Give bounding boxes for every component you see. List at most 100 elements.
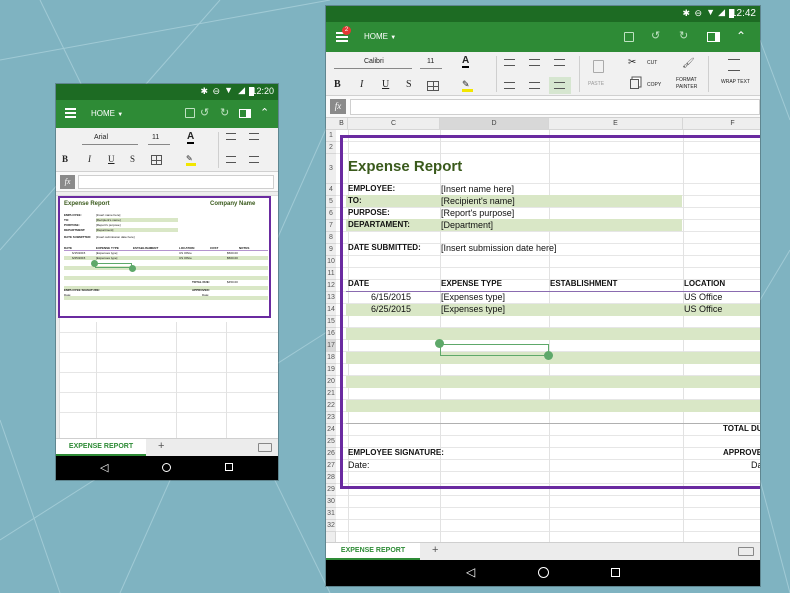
row-header[interactable]: 29 bbox=[326, 484, 336, 496]
column-header-b[interactable]: B bbox=[336, 118, 348, 129]
keyboard-icon[interactable] bbox=[738, 547, 754, 556]
borders-icon[interactable] bbox=[427, 81, 439, 91]
fill-color-icon[interactable]: ✎ bbox=[462, 79, 473, 92]
sheet-tab-expense-report[interactable]: EXPENSE REPORT bbox=[56, 439, 146, 456]
bold-button[interactable]: B bbox=[334, 79, 341, 90]
italic-button[interactable]: I bbox=[88, 154, 91, 164]
italic-button[interactable]: I bbox=[360, 79, 363, 90]
row-header[interactable]: 28 bbox=[326, 472, 336, 484]
fill-color-icon[interactable]: ✎ bbox=[186, 154, 196, 166]
font-color-icon[interactable]: A bbox=[462, 55, 470, 68]
row-header[interactable]: 13 bbox=[326, 292, 336, 304]
cut-icon[interactable]: ✂ bbox=[628, 57, 636, 68]
selection-handle-left[interactable] bbox=[91, 260, 98, 267]
row-header[interactable]: 9 bbox=[326, 244, 336, 256]
row-header[interactable]: 12 bbox=[326, 280, 336, 292]
home-tab-menu[interactable]: HOME ▼ bbox=[91, 109, 123, 118]
read-mode-icon[interactable] bbox=[707, 32, 720, 42]
column-header-d[interactable]: D bbox=[440, 118, 549, 129]
align-top-left-icon[interactable] bbox=[504, 59, 515, 66]
paste-icon[interactable] bbox=[593, 60, 604, 73]
copy-icon[interactable] bbox=[630, 79, 639, 89]
bold-button[interactable]: B bbox=[62, 154, 68, 164]
align-center-icon[interactable] bbox=[529, 82, 540, 89]
menu-icon[interactable] bbox=[65, 108, 76, 118]
row-header[interactable]: 25 bbox=[326, 436, 336, 448]
row-header[interactable]: 5 bbox=[326, 196, 336, 208]
row-header[interactable]: 20 bbox=[326, 376, 336, 388]
paste-label[interactable]: PASTE bbox=[588, 81, 604, 87]
row-header[interactable]: 18 bbox=[326, 352, 336, 364]
row-header[interactable]: 16 bbox=[326, 328, 336, 340]
save-icon[interactable] bbox=[624, 32, 634, 42]
align-left-top-icon[interactable] bbox=[226, 133, 236, 140]
undo-icon[interactable]: ↺ bbox=[200, 106, 209, 119]
row-header[interactable]: 30 bbox=[326, 496, 336, 508]
home-tab-menu[interactable]: HOME ▼ bbox=[364, 32, 396, 41]
sheet-tab-expense-report[interactable]: EXPENSE REPORT bbox=[326, 543, 420, 560]
collapse-ribbon-icon[interactable]: ⌃ bbox=[736, 29, 746, 43]
strike-button[interactable]: S bbox=[406, 79, 412, 90]
strike-button[interactable]: S bbox=[130, 154, 135, 164]
row-header[interactable]: 21 bbox=[326, 388, 336, 400]
align-center-icon[interactable] bbox=[249, 156, 259, 163]
underline-button[interactable]: U bbox=[382, 79, 389, 90]
font-name-select[interactable]: Calibri bbox=[364, 58, 384, 65]
selection-handle-left[interactable] bbox=[435, 339, 444, 348]
row-header[interactable]: 31 bbox=[326, 508, 336, 520]
row-header[interactable]: 2 bbox=[326, 142, 336, 154]
align-top-center-icon[interactable] bbox=[529, 59, 540, 66]
undo-icon[interactable]: ↺ bbox=[651, 29, 660, 42]
home-icon[interactable] bbox=[162, 463, 171, 472]
underline-button[interactable]: U bbox=[108, 154, 115, 164]
home-icon[interactable] bbox=[538, 567, 549, 578]
selection-handle-right[interactable] bbox=[544, 351, 553, 360]
font-size-select[interactable]: 11 bbox=[427, 58, 434, 65]
align-left-icon[interactable] bbox=[226, 156, 236, 163]
cell-selection[interactable] bbox=[95, 263, 132, 268]
column-header-f[interactable]: F bbox=[683, 118, 760, 129]
row-header[interactable]: 11 bbox=[326, 268, 336, 280]
row-header[interactable]: 24 bbox=[326, 424, 336, 436]
column-header-e[interactable]: E bbox=[549, 118, 683, 129]
save-icon[interactable] bbox=[185, 108, 195, 118]
font-size-select[interactable]: 11 bbox=[152, 134, 159, 141]
row-header[interactable]: 10 bbox=[326, 256, 336, 268]
row-header[interactable]: 14 bbox=[326, 304, 336, 316]
align-top-right-icon[interactable] bbox=[554, 59, 565, 66]
row-header[interactable]: 8 bbox=[326, 232, 336, 244]
add-sheet-button[interactable]: + bbox=[158, 440, 164, 452]
align-left-icon[interactable] bbox=[504, 82, 515, 89]
format-painter-label-1[interactable]: FORMAT bbox=[676, 77, 697, 83]
spreadsheet-grid[interactable]: B C D E F 1 2 3 4 5 6 7 8 9 10 11 12 13 14 15 16 17 18 19 2… bbox=[326, 118, 760, 546]
recents-icon[interactable] bbox=[225, 463, 233, 471]
row-header[interactable]: 27 bbox=[326, 460, 336, 472]
back-icon[interactable]: ◁ bbox=[100, 461, 108, 474]
font-color-icon[interactable]: A bbox=[187, 131, 195, 144]
redo-icon[interactable]: ↻ bbox=[220, 106, 229, 119]
read-mode-icon[interactable] bbox=[239, 109, 251, 118]
collapse-ribbon-icon[interactable]: ⌃ bbox=[260, 106, 269, 119]
row-header[interactable]: 26 bbox=[326, 448, 336, 460]
row-header[interactable]: 19 bbox=[326, 364, 336, 376]
row-header[interactable]: 3 bbox=[326, 154, 336, 184]
keyboard-icon[interactable] bbox=[258, 443, 272, 452]
formula-input[interactable] bbox=[350, 99, 760, 115]
recents-icon[interactable] bbox=[611, 568, 620, 577]
cell-selection[interactable] bbox=[440, 344, 549, 356]
row-header[interactable]: 32 bbox=[326, 520, 336, 532]
row-header[interactable]: 15 bbox=[326, 316, 336, 328]
format-painter-icon[interactable]: 🖌 bbox=[682, 58, 695, 69]
copy-label[interactable]: COPY bbox=[647, 82, 661, 88]
font-name-select[interactable]: Arial bbox=[94, 134, 108, 141]
column-header-c[interactable]: C bbox=[348, 118, 440, 129]
row-header[interactable]: 17 bbox=[326, 340, 336, 352]
cut-label[interactable]: CUT bbox=[647, 60, 657, 66]
row-header[interactable]: 7 bbox=[326, 220, 336, 232]
formula-input[interactable] bbox=[78, 175, 274, 189]
row-header[interactable]: 4 bbox=[326, 184, 336, 196]
spreadsheet-grid[interactable]: Expense Report Company Name EMPLOYEE: [I… bbox=[56, 192, 278, 438]
row-header[interactable]: 22 bbox=[326, 400, 336, 412]
align-center-top-icon[interactable] bbox=[249, 133, 259, 140]
wrap-text-icon[interactable] bbox=[728, 59, 740, 71]
